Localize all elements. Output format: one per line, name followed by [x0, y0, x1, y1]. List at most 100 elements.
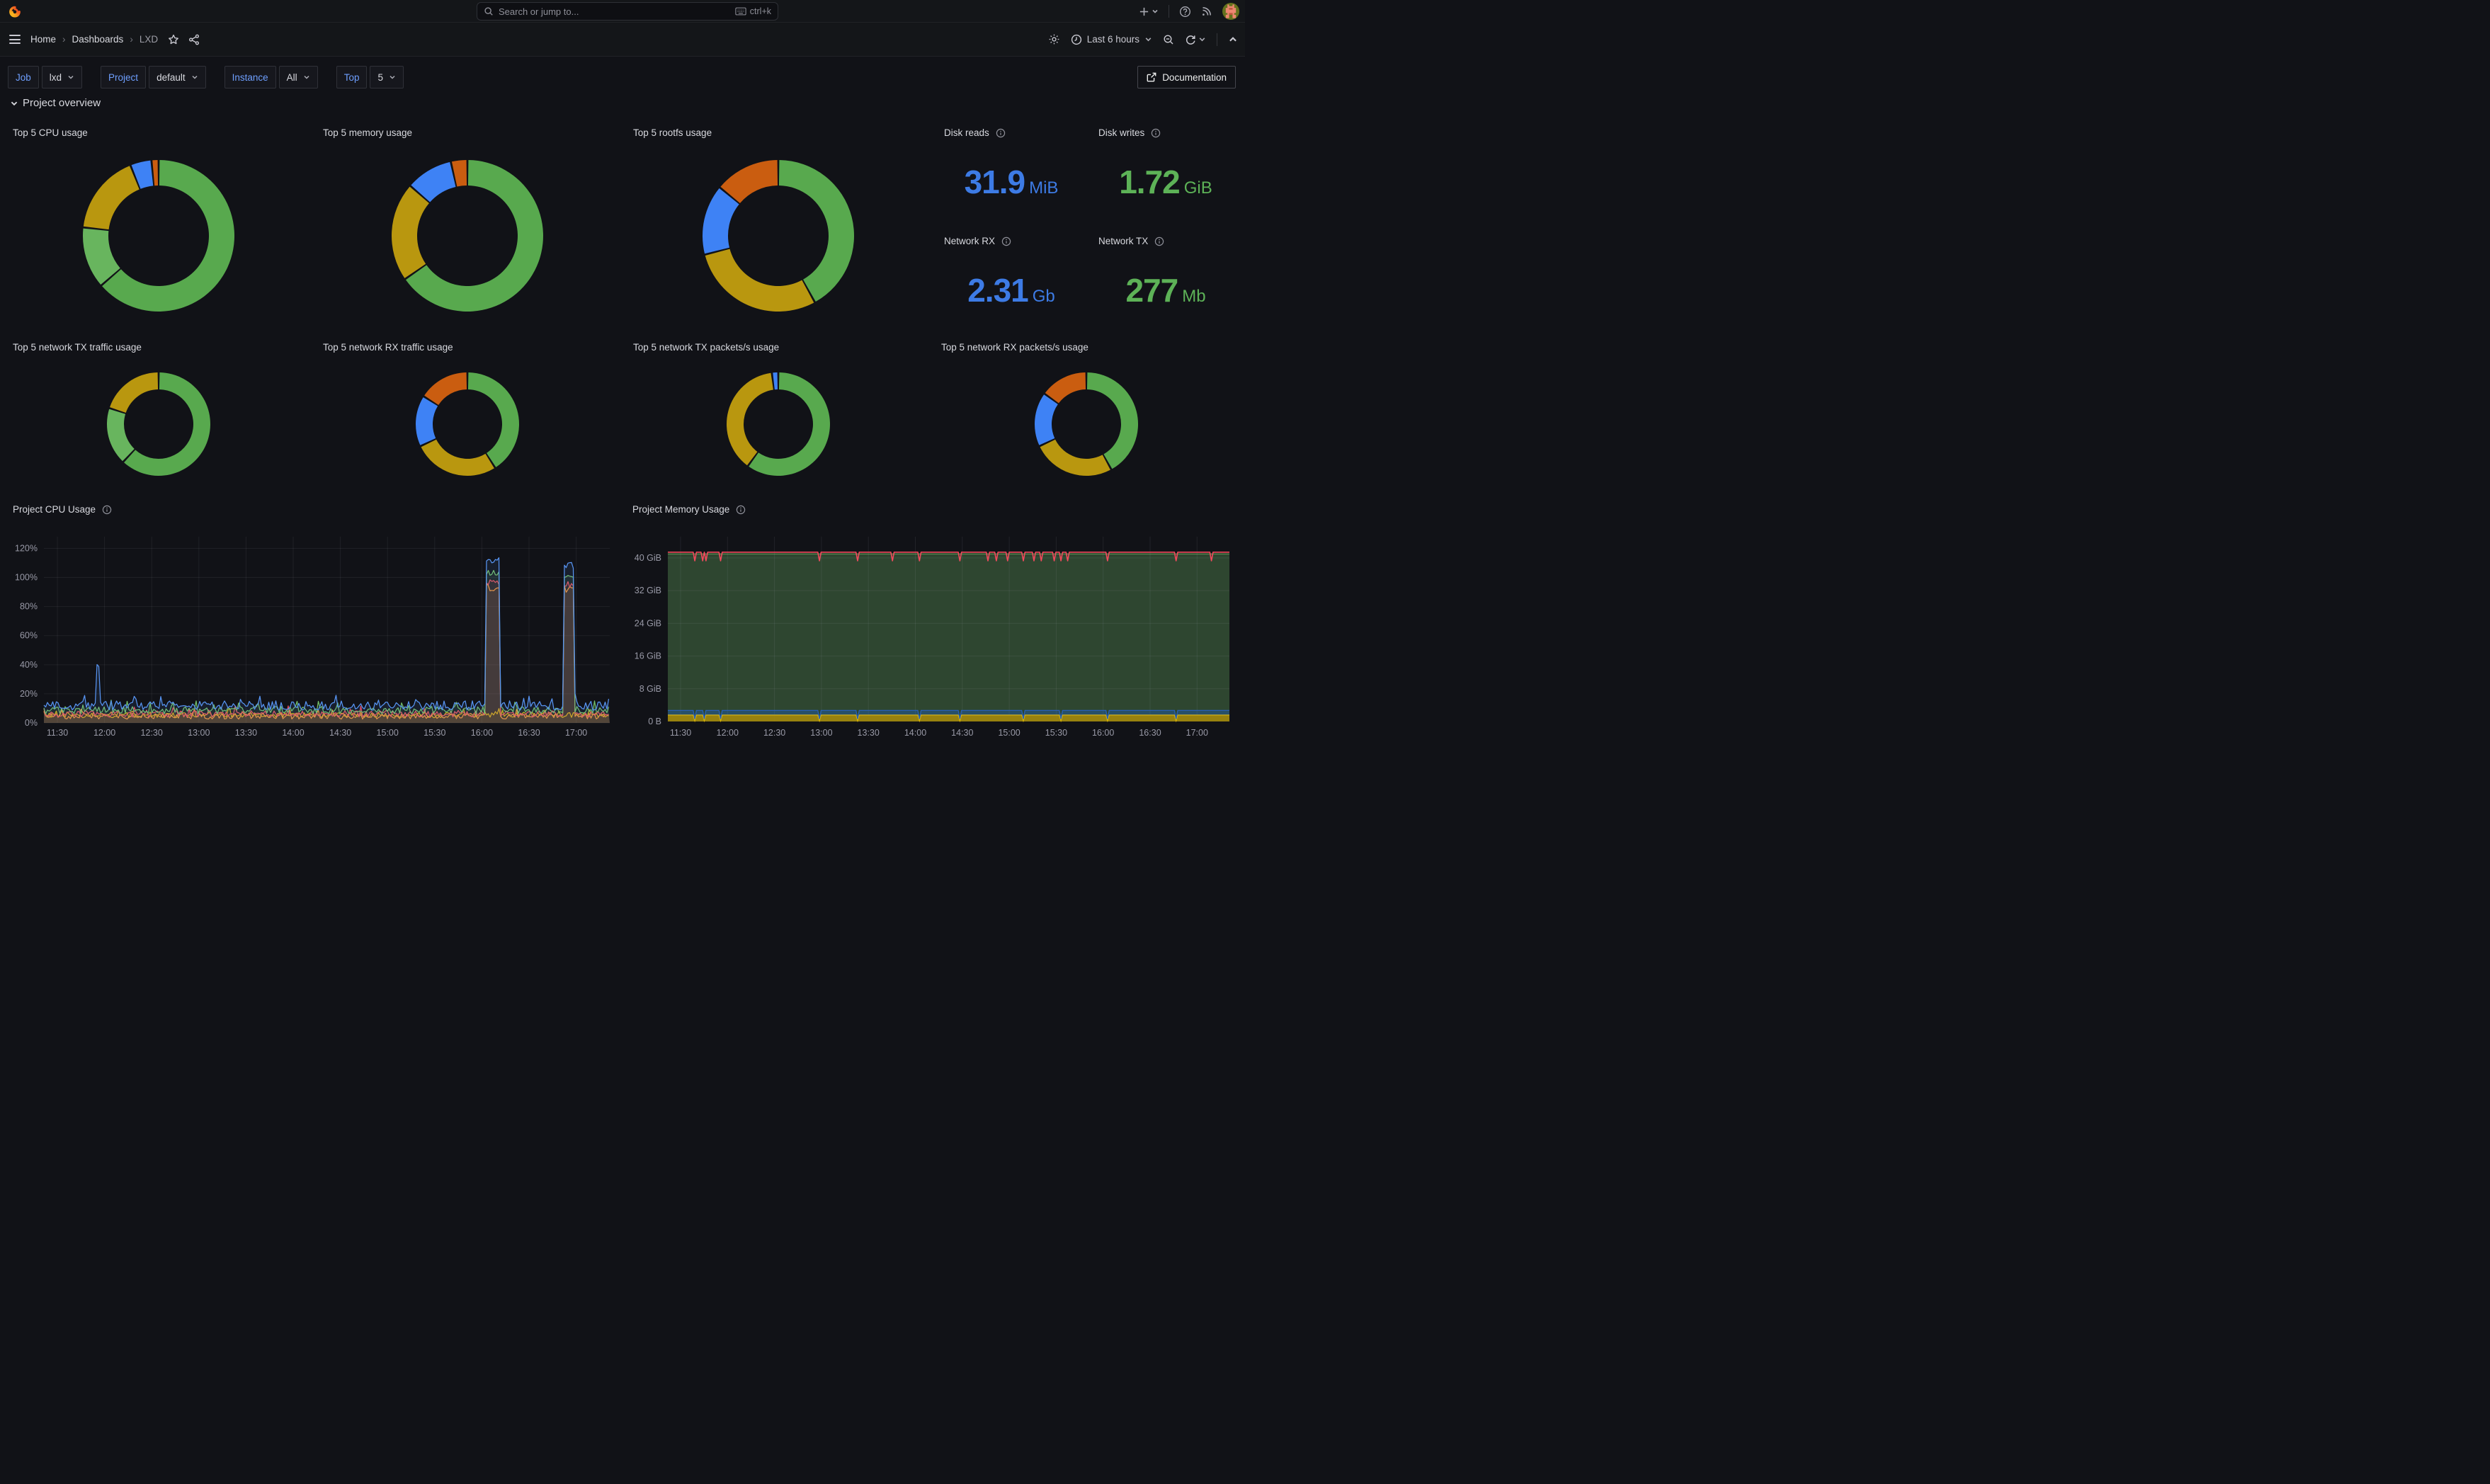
panel-title-text: Top 5 rootfs usage — [633, 127, 712, 138]
stat-value-disk_reads: 31.9MiB — [934, 166, 1088, 198]
news-button[interactable] — [1201, 6, 1212, 17]
svg-text:40%: 40% — [20, 660, 38, 670]
variables-toolbar: Joblxd Project default InstanceAll Top5 Docu… — [0, 57, 1245, 90]
panel-title-text: Network RX — [944, 236, 995, 246]
zoom-out-icon — [1163, 34, 1174, 45]
donut-chart-rx_packets_donut[interactable] — [1033, 370, 1140, 478]
filter-value-job[interactable]: lxd — [42, 66, 82, 89]
breadcrumb-item-home[interactable]: Home — [30, 34, 56, 45]
info-icon[interactable] — [1154, 236, 1164, 246]
chevron-up-icon — [1228, 35, 1238, 45]
search-placeholder: Search or jump to... — [499, 6, 735, 17]
panel-title-memory_donut[interactable]: Top 5 memory usage — [323, 127, 412, 138]
filter-label-job[interactable]: Job — [8, 66, 39, 89]
donut-chart-tx_traffic_donut[interactable] — [105, 370, 212, 478]
panel-title-text: Top 5 CPU usage — [13, 127, 88, 138]
panel-title-cpu_donut[interactable]: Top 5 CPU usage — [13, 127, 88, 138]
svg-text:12:30: 12:30 — [763, 728, 785, 738]
chevron-down-icon — [1198, 35, 1206, 43]
panel-title-network_rx[interactable]: Network RX — [944, 236, 1011, 246]
svg-text:11:30: 11:30 — [670, 728, 691, 738]
panel-title-rx_traffic_donut[interactable]: Top 5 network RX traffic usage — [323, 342, 453, 353]
share-button[interactable] — [188, 34, 200, 45]
stat-number: 1.72 — [1119, 166, 1180, 198]
external-link-icon — [1147, 72, 1156, 82]
filter-value-top[interactable]: 5 — [370, 66, 404, 89]
donut-chart-memory_donut[interactable] — [390, 158, 545, 314]
panel-title-network_tx[interactable]: Network TX — [1098, 236, 1164, 246]
svg-text:100%: 100% — [15, 573, 38, 583]
svg-text:17:00: 17:00 — [565, 728, 587, 738]
section-row-project-overview[interactable]: Project overview — [10, 97, 101, 109]
chevron-down-icon — [303, 74, 310, 81]
breadcrumb: Home›Dashboards›LXD — [30, 34, 158, 45]
stat-panel-disk_reads: Disk reads 31.9MiB — [934, 115, 1088, 227]
svg-text:14:30: 14:30 — [329, 728, 351, 738]
breadcrumb-item-dashboards[interactable]: Dashboards — [72, 34, 124, 45]
dashboard-header-bar: Home›Dashboards›LXD La — [0, 23, 1245, 57]
favorite-button[interactable] — [168, 34, 179, 45]
panel-title-text: Top 5 network TX traffic usage — [13, 342, 142, 353]
filter-value-text: default — [157, 72, 186, 83]
donut-chart-rx_traffic_donut[interactable] — [414, 370, 521, 478]
panel-title-tx_traffic_donut[interactable]: Top 5 network TX traffic usage — [13, 342, 142, 353]
filter-value-instance[interactable]: All — [279, 66, 318, 89]
donut-chart-cpu_donut[interactable] — [81, 158, 237, 314]
panel-title-text: Top 5 memory usage — [323, 127, 412, 138]
svg-text:0 B: 0 B — [648, 717, 661, 726]
search-input[interactable]: Search or jump to... ctrl+k — [477, 2, 778, 21]
stat-unit: MiB — [1029, 180, 1058, 197]
add-new-button[interactable] — [1139, 6, 1159, 17]
info-icon[interactable] — [1001, 236, 1011, 246]
svg-text:120%: 120% — [15, 543, 38, 553]
plus-icon — [1139, 6, 1149, 17]
chevron-down-icon — [1144, 35, 1152, 43]
chevron-down-icon — [389, 74, 396, 81]
grafana-dashboard: Search or jump to... ctrl+k — [0, 0, 1245, 742]
user-avatar[interactable] — [1222, 3, 1239, 20]
documentation-button[interactable]: Documentation — [1137, 66, 1236, 89]
zoom-out-button[interactable] — [1163, 34, 1174, 45]
svg-text:20%: 20% — [20, 689, 38, 699]
panel-title-rootfs_donut[interactable]: Top 5 rootfs usage — [633, 127, 712, 138]
help-icon — [1179, 6, 1191, 18]
info-icon[interactable] — [996, 128, 1006, 138]
panel-title-disk_writes[interactable]: Disk writes — [1098, 127, 1161, 138]
time-series-chart-memory[interactable]: 0 B8 GiB16 GiB24 GiB32 GiB40 GiB11:3012:… — [623, 496, 1245, 742]
filter-value-project[interactable]: default — [149, 66, 206, 89]
donut-chart-tx_packets_donut[interactable] — [724, 370, 832, 478]
menu-toggle-icon[interactable] — [9, 35, 21, 44]
svg-text:14:00: 14:00 — [904, 728, 926, 738]
svg-text:15:30: 15:30 — [423, 728, 445, 738]
svg-text:13:30: 13:30 — [235, 728, 257, 738]
keyboard-icon — [735, 7, 746, 16]
filter-value-text: lxd — [50, 72, 62, 83]
breadcrumb-item-lxd[interactable]: LXD — [140, 34, 158, 45]
panel-title-disk_reads[interactable]: Disk reads — [944, 127, 1006, 138]
panel-title-rx_packets_donut[interactable]: Top 5 network RX packets/s usage — [941, 342, 1088, 353]
info-icon[interactable] — [1151, 128, 1161, 138]
panel-title-text: Disk reads — [944, 127, 989, 138]
filter-label-top[interactable]: Top — [336, 66, 368, 89]
star-icon — [168, 34, 179, 45]
filter-label-instance[interactable]: Instance — [224, 66, 276, 89]
stat-number: 2.31 — [967, 274, 1028, 307]
svg-text:0%: 0% — [25, 718, 38, 728]
breadcrumb-separator: › — [62, 34, 66, 45]
panel-title-text: Top 5 network RX packets/s usage — [941, 342, 1088, 353]
grafana-logo-icon[interactable] — [7, 4, 23, 19]
svg-text:15:30: 15:30 — [1045, 728, 1067, 738]
filter-label-project[interactable]: Project — [101, 66, 146, 89]
refresh-button[interactable] — [1185, 34, 1206, 45]
svg-text:32 GiB: 32 GiB — [635, 586, 661, 595]
svg-text:16:30: 16:30 — [518, 728, 540, 738]
dashboard-settings-button[interactable] — [1048, 33, 1060, 45]
donut-chart-rootfs_donut[interactable] — [700, 158, 856, 314]
collapse-topbar-button[interactable] — [1228, 35, 1238, 45]
panel-title-text: Top 5 network RX traffic usage — [323, 342, 453, 353]
panel-title-tx_packets_donut[interactable]: Top 5 network TX packets/s usage — [633, 342, 779, 353]
time-series-chart-cpu[interactable]: 0%20%40%60%80%100%120%11:3012:0012:3013:… — [0, 496, 623, 742]
svg-text:17:00: 17:00 — [1186, 728, 1208, 738]
time-range-picker[interactable]: Last 6 hours — [1071, 34, 1152, 45]
help-button[interactable] — [1179, 6, 1191, 18]
